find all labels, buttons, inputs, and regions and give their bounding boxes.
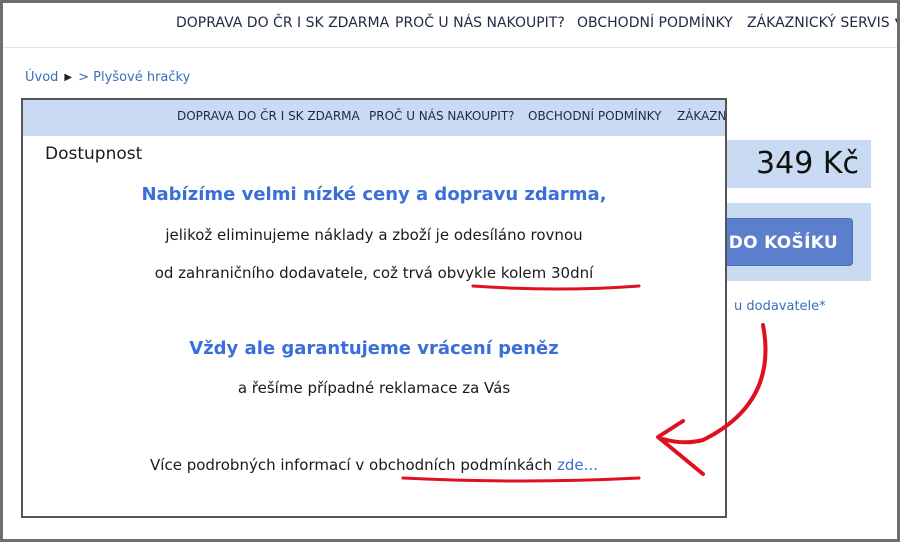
- text-complaints: a řešíme případné reklamace za Vás: [237, 379, 511, 397]
- nav-customer-service[interactable]: ZÁKAZNICKÝ SERVIS ▼: [747, 15, 897, 31]
- availability-popup: DOPRAVA DO ČR I SK ZDARMA PROČ U NÁS NAK…: [21, 98, 727, 518]
- popup-nav-customer-service[interactable]: ZÁKAZNI: [677, 109, 725, 123]
- popup-title: Dostupnost: [45, 144, 143, 164]
- text-eliminate-costs: jelikož eliminujeme náklady a zboží je o…: [165, 226, 583, 244]
- nav-customer-service-label: ZÁKAZNICKÝ SERVIS: [747, 15, 890, 31]
- product-price: 349 Kč: [756, 146, 859, 181]
- nav-why-buy[interactable]: PROČ U NÁS NAKOUPIT?: [395, 15, 565, 31]
- more-info-text: Více podrobných informací v obchodních p…: [150, 456, 553, 474]
- nav-terms[interactable]: OBCHODNÍ PODMÍNKY: [577, 15, 733, 31]
- breadcrumb: Úvod ▶ > Plyšové hračky: [25, 70, 190, 85]
- headline-money-back: Vždy ale garantujeme vrácení peněz: [189, 338, 559, 359]
- price-box: 349 Kč: [703, 140, 871, 188]
- popup-nav-shipping[interactable]: DOPRAVA DO ČR I SK ZDARMA: [177, 109, 360, 123]
- text-delivery-time: od zahraničního dodavatele, což trvá obv…: [154, 264, 594, 282]
- more-info-line: Více podrobných informací v obchodních p…: [23, 456, 725, 474]
- nav-shipping[interactable]: DOPRAVA DO ČR I SK ZDARMA: [176, 15, 389, 31]
- supplier-note[interactable]: u dodavatele*: [734, 299, 826, 314]
- popup-nav-why-buy[interactable]: PROČ U NÁS NAKOUPIT?: [369, 109, 515, 123]
- screenshot-frame: DOPRAVA DO ČR I SK ZDARMA PROČ U NÁS NAK…: [0, 0, 900, 542]
- breadcrumb-home[interactable]: Úvod: [25, 70, 58, 85]
- breadcrumb-arrow-icon: ▶: [64, 72, 73, 83]
- terms-link[interactable]: zde...: [557, 456, 598, 474]
- breadcrumb-current[interactable]: > Plyšové hračky: [78, 70, 190, 85]
- headline-low-prices: Nabízíme velmi nízké ceny a dopravu zdar…: [141, 184, 607, 205]
- popup-nav-terms[interactable]: OBCHODNÍ PODMÍNKY: [528, 109, 661, 123]
- cart-area: DO KOŠÍKU: [703, 203, 871, 281]
- popup-navigation: DOPRAVA DO ČR I SK ZDARMA PROČ U NÁS NAK…: [23, 100, 725, 136]
- chevron-down-icon: ▼: [895, 17, 897, 28]
- add-to-cart-button[interactable]: DO KOŠÍKU: [713, 218, 853, 266]
- top-navigation: DOPRAVA DO ČR I SK ZDARMA PROČ U NÁS NAK…: [3, 3, 897, 48]
